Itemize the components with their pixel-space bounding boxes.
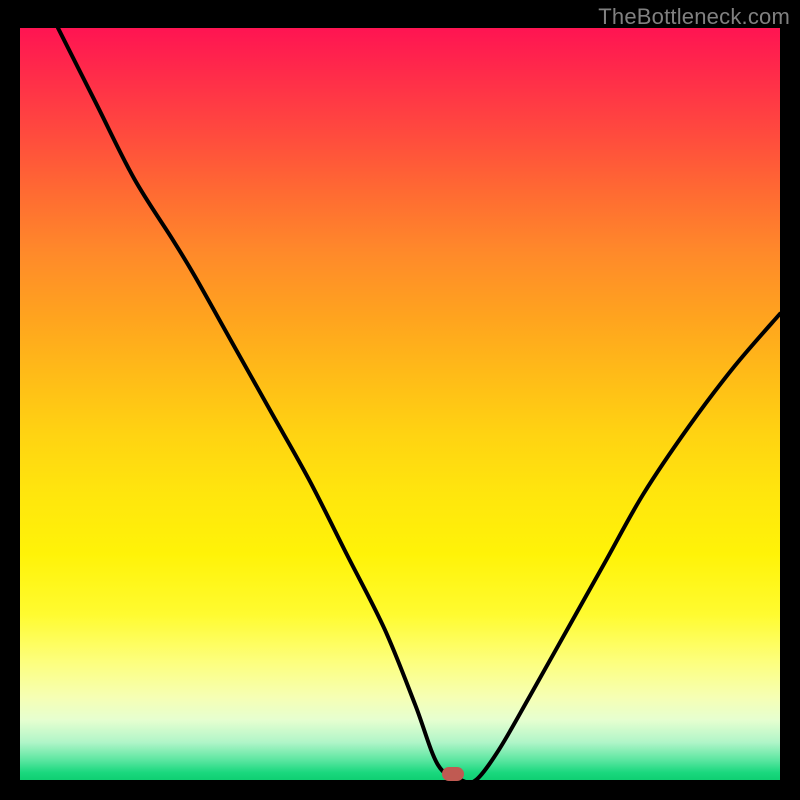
watermark-text: TheBottleneck.com (598, 4, 790, 30)
chart-frame: TheBottleneck.com (0, 0, 800, 800)
optimum-marker (442, 767, 464, 781)
plot-area (20, 28, 780, 780)
bottleneck-curve (20, 28, 780, 780)
